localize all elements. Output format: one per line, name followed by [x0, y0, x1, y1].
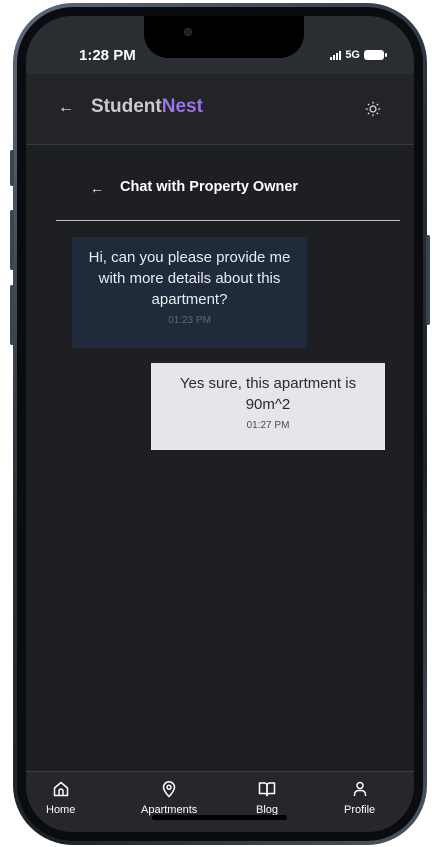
message-outgoing: Yes sure, this apartment is 90m^2 01:27 … [151, 363, 385, 450]
message-incoming: Hi, can you please provide me with more … [72, 237, 307, 348]
message-time: 01:23 PM [168, 315, 211, 326]
bottom-nav: Home Apartments Blog Profile [26, 771, 414, 832]
nav-label: Home [46, 804, 76, 816]
camera-icon [184, 28, 192, 36]
volume-down-button [10, 285, 14, 345]
nav-item-apartments[interactable]: Apartments [141, 780, 197, 816]
signal-icon [330, 50, 342, 60]
phone-frame: 1:28 PM 5G ← StudentNest ← Chat with Pro… [13, 3, 427, 845]
message-text: Yes sure, this apartment is 90m^2 [179, 375, 357, 413]
brand-logo[interactable]: StudentNest [91, 96, 203, 118]
status-bar: 1:28 PM 5G [26, 16, 414, 74]
nav-item-profile[interactable]: Profile [344, 780, 375, 816]
brand-suffix: Nest [161, 96, 203, 117]
user-icon [353, 781, 366, 796]
camera-notch [144, 16, 304, 58]
message-time: 01:27 PM [246, 420, 290, 431]
volume-up-button [10, 210, 14, 270]
network-label: 5G [345, 49, 360, 61]
arrow-left-icon[interactable]: ← [90, 180, 104, 196]
home-indicator [152, 815, 287, 820]
phone-bezel: 1:28 PM 5G ← StudentNest ← Chat with Pro… [17, 7, 423, 841]
brand-prefix: Student [91, 96, 162, 117]
status-time: 1:28 PM [79, 47, 136, 64]
chat-title: Chat with Property Owner [120, 179, 299, 195]
nav-label: Profile [344, 804, 376, 816]
arrow-left-icon[interactable]: ← [58, 99, 74, 117]
sun-icon[interactable] [362, 98, 384, 120]
map-pin-icon [162, 781, 176, 798]
divider [56, 220, 400, 221]
book-icon [258, 782, 276, 797]
chat-header: ← Chat with Property Owner [56, 176, 400, 232]
app-screen: 1:28 PM 5G ← StudentNest ← Chat with Pro… [26, 16, 414, 832]
nav-item-blog[interactable]: Blog [256, 780, 278, 816]
home-icon [53, 781, 68, 797]
nav-item-home[interactable]: Home [46, 780, 75, 816]
message-text: Hi, can you please provide me with more … [88, 249, 291, 308]
battery-icon [364, 50, 387, 60]
power-button [426, 235, 430, 325]
app-header: ← StudentNest [26, 74, 414, 145]
status-indicators: 5G [330, 49, 387, 61]
silent-switch [10, 150, 14, 186]
